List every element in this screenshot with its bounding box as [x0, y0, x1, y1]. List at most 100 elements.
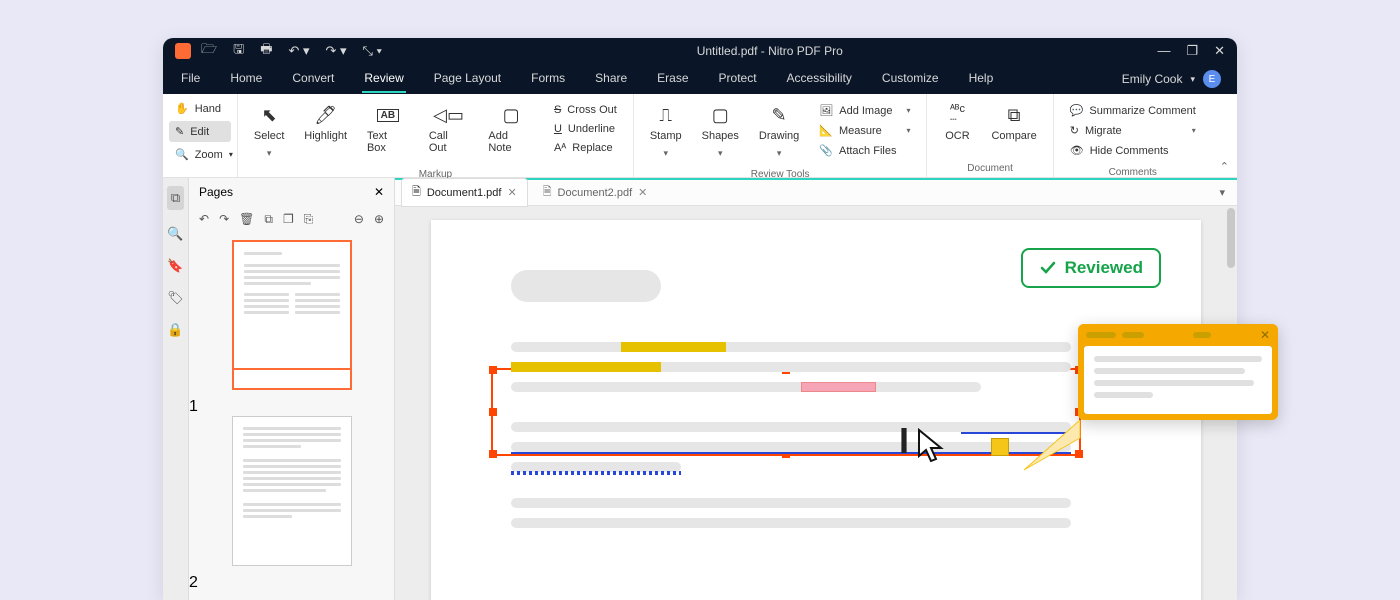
tool-highlight[interactable]: 🖊Highlight [296, 100, 355, 146]
maximize-icon[interactable]: ❐ [1186, 43, 1198, 59]
menu-customize[interactable]: Customize [880, 65, 941, 93]
squiggle-annotation[interactable] [511, 471, 681, 475]
note-icon: ▢ [503, 104, 520, 126]
tool-add-note[interactable]: ▢Add Note [480, 100, 542, 158]
tool-attach-files[interactable]: 📎Attach Files [817, 142, 912, 159]
tab-document2[interactable]: 🗎 Document2.pdf ✕ [532, 178, 659, 207]
tool-cross-out[interactable]: SCross Out [552, 102, 619, 118]
underline-annotation[interactable] [511, 452, 1071, 454]
pages-zoom-in-icon[interactable]: ⊕ [374, 212, 384, 226]
pages-delete-icon[interactable]: 🗑 [239, 212, 254, 227]
text-line [511, 518, 1071, 528]
save-icon[interactable]: 🖫 [233, 40, 244, 62]
title-bar: 🗁 🖫 🖶 ↶ ▾ ↷ ▾ ⤡ ▾ Untitled.pdf - Nitro P… [163, 38, 1237, 64]
text-line [511, 342, 1071, 352]
scrollbar-thumb[interactable] [1227, 208, 1235, 268]
highlight-annotation[interactable] [621, 342, 726, 352]
tool-select[interactable]: ⬉Select▾ [246, 100, 292, 163]
open-icon[interactable]: 🗁 [201, 40, 217, 62]
tool-add-image[interactable]: 🖼Add Image▾ [817, 102, 912, 119]
user-menu[interactable]: Emily Cook ▾ E [1122, 70, 1221, 88]
page-thumbnail-2[interactable]: 2 [189, 416, 394, 592]
close-icon[interactable]: ✕ [638, 186, 647, 199]
app-window: 🗁 🖫 🖶 ↶ ▾ ↷ ▾ ⤡ ▾ Untitled.pdf - Nitro P… [163, 38, 1237, 600]
reviewed-stamp[interactable]: Reviewed [1021, 248, 1161, 288]
tool-text-box[interactable]: ABText Box [359, 100, 417, 158]
tool-replace[interactable]: AᴬReplace [552, 140, 619, 156]
print-icon[interactable]: 🖶 [260, 40, 272, 62]
ribbon-review-tools-group: ⎍Stamp▾ ▢Shapes▾ ✎Drawing▾ 🖼Add Image▾ 📐… [634, 94, 928, 177]
rail-tag-icon[interactable]: 🏷 [167, 290, 184, 306]
tool-shapes[interactable]: ▢Shapes▾ [694, 100, 747, 163]
cursor-icon: ⬉ [262, 104, 277, 126]
left-rail: ⧉ 🔍 🔖 🏷 🔒 [163, 178, 189, 600]
minimize-icon[interactable]: — [1157, 43, 1170, 59]
page-thumbnail-1[interactable]: 1 [189, 240, 394, 416]
rail-bookmark-icon[interactable]: 🔖 [167, 258, 183, 274]
replace-icon: Aᴬ [554, 142, 566, 154]
menu-page-layout[interactable]: Page Layout [432, 65, 503, 93]
mode-zoom[interactable]: 🔍Zoom▾ [169, 144, 231, 165]
tool-hide-comments[interactable]: 👁Hide Comments [1068, 142, 1198, 159]
tab-document1[interactable]: 🗎 Document1.pdf ✕ [401, 178, 528, 207]
menu-erase[interactable]: Erase [655, 65, 690, 93]
strikeout-annotation[interactable] [801, 382, 876, 392]
undo-icon[interactable]: ↶ ▾ [288, 43, 309, 59]
close-icon[interactable]: ✕ [1260, 328, 1270, 342]
ribbon-collapse[interactable]: ⌃ [1212, 94, 1237, 177]
pages-undo-icon[interactable]: ↶ [199, 212, 209, 227]
resize-handle[interactable] [489, 408, 497, 416]
rail-lock-icon[interactable]: 🔒 [167, 322, 183, 338]
tabs-menu-icon[interactable]: ▾ [1219, 186, 1231, 199]
menu-review[interactable]: Review [362, 65, 405, 93]
tool-measure[interactable]: 📐Measure▾ [817, 122, 912, 139]
text-line [511, 382, 981, 392]
callout-header[interactable]: ✕ [1078, 324, 1278, 346]
pointer-icon[interactable]: ⤡ ▾ [363, 43, 382, 59]
resize-handle[interactable] [489, 366, 497, 374]
menu-share[interactable]: Share [593, 65, 629, 93]
highlight-annotation[interactable] [511, 362, 661, 372]
menu-protect[interactable]: Protect [717, 65, 759, 93]
pages-copy-icon[interactable]: ❐ [283, 212, 294, 227]
mode-edit[interactable]: ✎Edit [169, 121, 231, 142]
menu-forms[interactable]: Forms [529, 65, 567, 93]
text-line [511, 422, 1071, 432]
pages-zoom-out-icon[interactable]: ⊖ [354, 212, 364, 226]
tool-drawing[interactable]: ✎Drawing▾ [751, 100, 807, 163]
ribbon-mode-group: ✋Hand ✎Edit 🔍Zoom▾ [163, 94, 238, 177]
redo-icon[interactable]: ↷ ▾ [326, 43, 347, 59]
tool-call-out[interactable]: ◁▭Call Out [421, 100, 477, 158]
pages-paste-icon[interactable]: ⎘ [304, 212, 314, 227]
tool-compare[interactable]: ⧉Compare [983, 100, 1044, 146]
close-icon[interactable]: ✕ [507, 186, 516, 199]
tool-summarize-comment[interactable]: 💬Summarize Comment [1068, 102, 1198, 119]
menu-help[interactable]: Help [967, 65, 996, 93]
callout-pointer [1022, 420, 1082, 480]
image-icon: 🖼 [819, 104, 833, 117]
tool-migrate[interactable]: ↻Migrate▾ [1068, 122, 1198, 139]
menu-convert[interactable]: Convert [290, 65, 336, 93]
avatar: E [1203, 70, 1221, 88]
ribbon-document-group: ᴬᴮᴄ┄OCR ⧉Compare Document [927, 94, 1053, 177]
rail-pages-icon[interactable]: ⧉ [167, 186, 184, 210]
rail-search-icon[interactable]: 🔍 [167, 226, 183, 242]
menu-home[interactable]: Home [228, 65, 264, 93]
pages-panel-close-icon[interactable]: ✕ [374, 185, 384, 199]
tool-stamp[interactable]: ⎍Stamp▾ [642, 100, 690, 163]
close-window-icon[interactable]: ✕ [1214, 43, 1225, 59]
mode-hand[interactable]: ✋Hand [169, 98, 231, 119]
pages-redo-icon[interactable]: ↷ [219, 212, 229, 227]
paperclip-icon: 📎 [819, 144, 833, 157]
comment-callout[interactable]: ✕ [1078, 324, 1278, 420]
menu-file[interactable]: File [179, 65, 202, 93]
tool-underline[interactable]: UUnderline [552, 121, 619, 137]
sticky-note-annotation[interactable] [991, 438, 1009, 456]
check-icon [1039, 259, 1057, 277]
menu-accessibility[interactable]: Accessibility [785, 65, 854, 93]
tool-ocr[interactable]: ᴬᴮᴄ┄OCR [935, 100, 979, 146]
document-tabs: 🗎 Document1.pdf ✕ 🗎 Document2.pdf ✕ ▾ [395, 178, 1237, 206]
resize-handle[interactable] [489, 450, 497, 458]
pages-duplicate-icon[interactable]: ⧉ [264, 212, 273, 227]
text-box-icon: AB [377, 104, 399, 126]
